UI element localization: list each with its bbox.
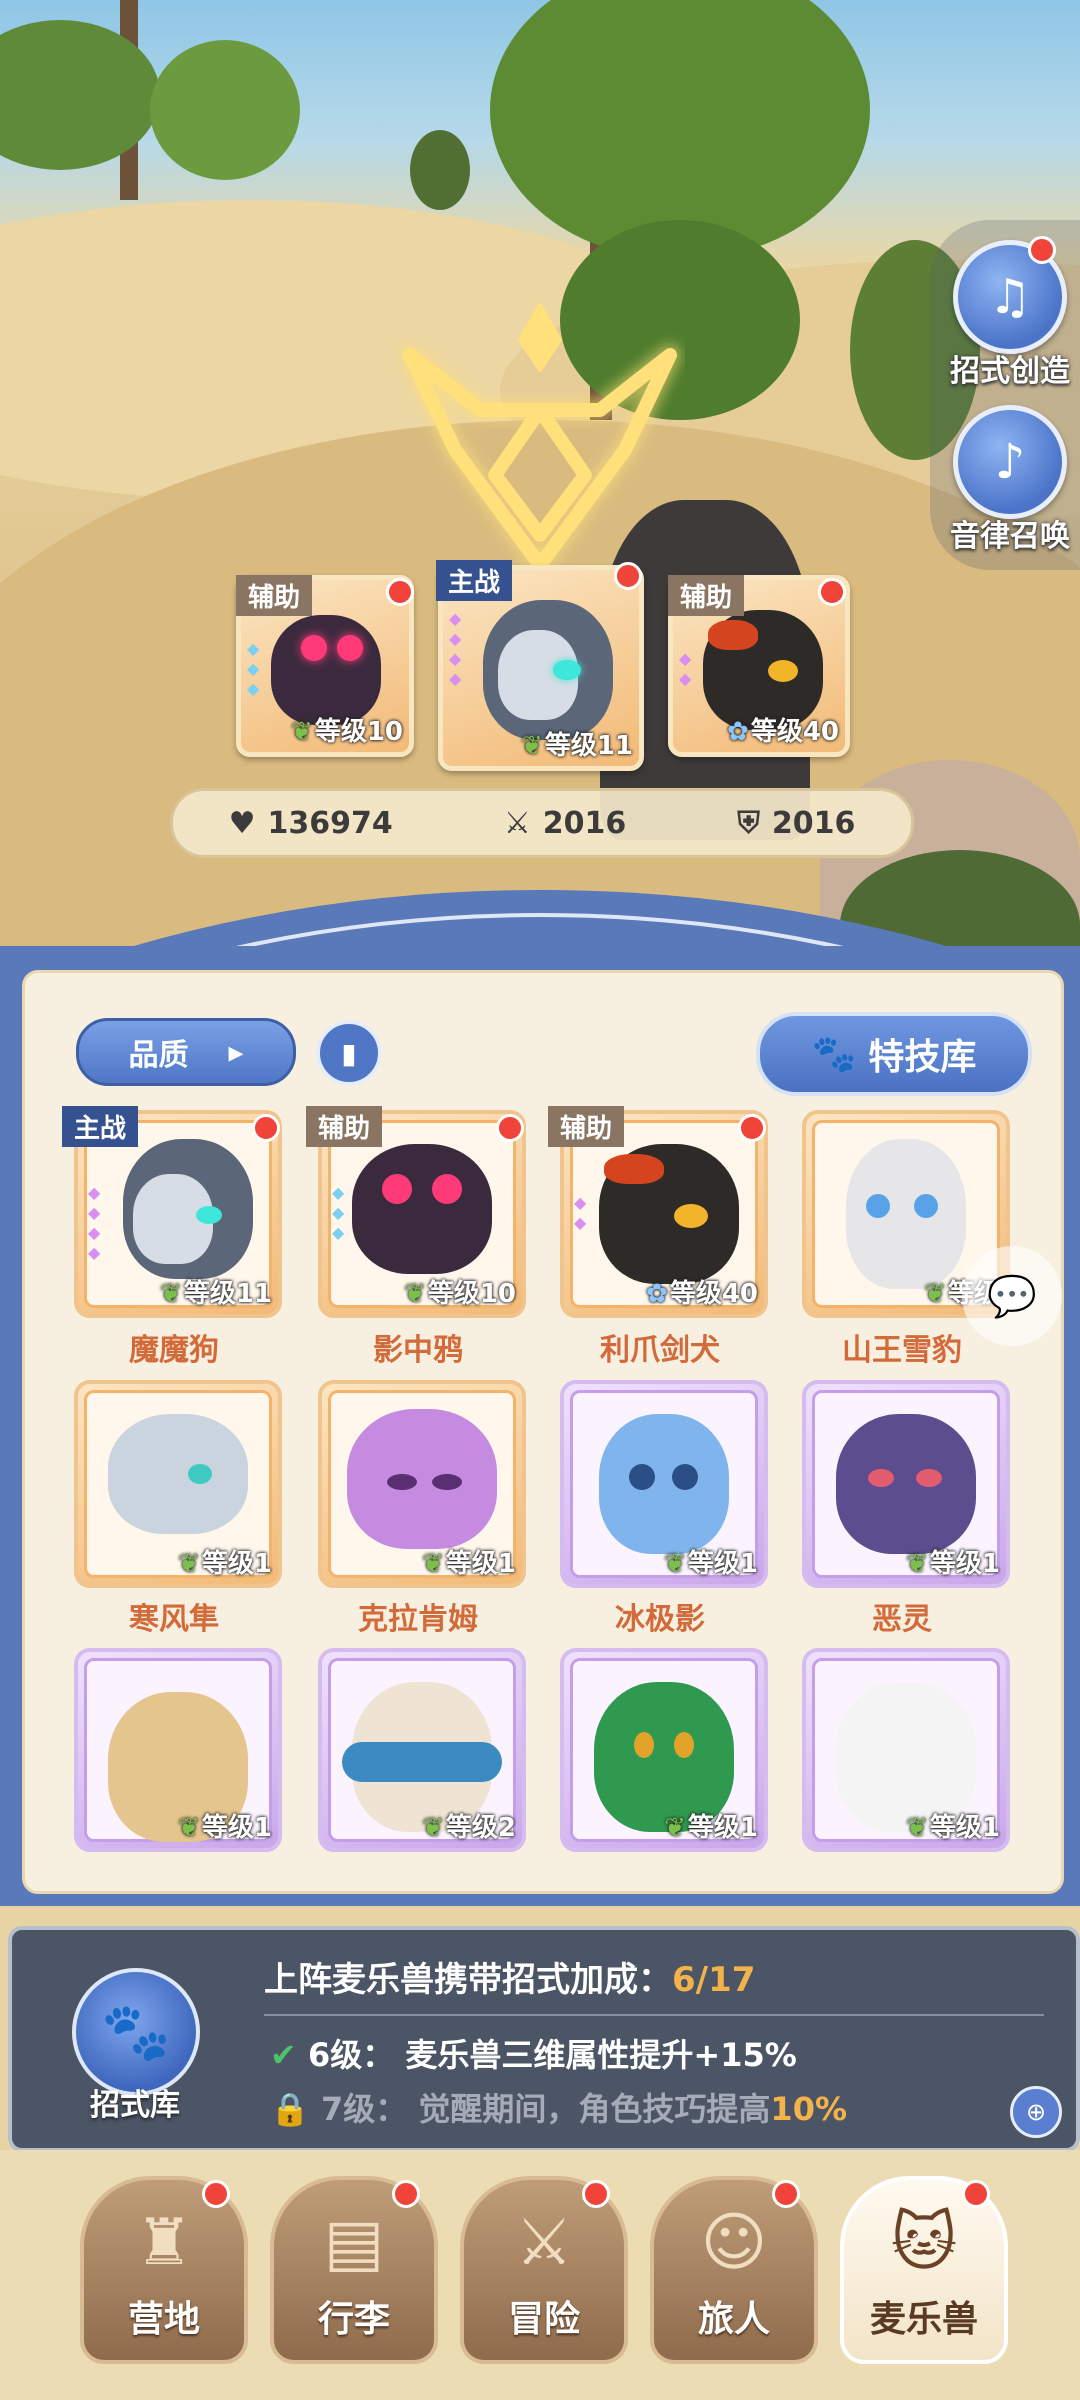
- pet-card[interactable]: ❦等级1: [560, 1648, 768, 1852]
- attack-value: 2016: [542, 805, 627, 841]
- magnifier-icon[interactable]: ⊕: [1010, 2086, 1062, 2138]
- cat-pet-icon: 🐱: [890, 2206, 958, 2280]
- harp-icon: ♪: [953, 405, 1067, 519]
- pet-name: 魔魔狗: [129, 1333, 219, 1368]
- bonus-title: 上阵麦乐兽携带招式加成：6/17: [264, 1960, 756, 2000]
- notification-dot: [614, 562, 642, 590]
- hp-value: 136974: [267, 805, 393, 841]
- rank-stars: ◆ ◆ ◆ ◆: [449, 609, 462, 688]
- paw-icon[interactable]: 🐾: [72, 1968, 200, 2096]
- nav-luggage[interactable]: ▤ 行李: [270, 2176, 438, 2364]
- notification-dot: [1028, 236, 1056, 264]
- castle-icon: ♜: [135, 2206, 193, 2280]
- notification-dot: [496, 1114, 524, 1142]
- pet-card[interactable]: ❦等级2: [318, 1648, 526, 1852]
- notification-dot: [252, 1114, 280, 1142]
- traveler-icon: ☺: [700, 2206, 768, 2280]
- heart-icon: ♥: [228, 805, 256, 841]
- bonus-level-7: 🔒 7级： 觉醒期间，角色技巧提高10%: [270, 2090, 848, 2128]
- chat-bubble-icon[interactable]: 💬: [962, 1246, 1062, 1346]
- pet-name: 寒风隼: [129, 1602, 219, 1637]
- selection-emblem-icon: [399, 303, 681, 570]
- lock-icon: 🔒: [270, 2090, 310, 2128]
- pet-card[interactable]: ❦等级1: [802, 1380, 1010, 1588]
- pet-card[interactable]: ❦等级1: [560, 1380, 768, 1588]
- notification-dot: [738, 1114, 766, 1142]
- notification-dot: [582, 2180, 610, 2208]
- pet-card[interactable]: ❦等级1: [802, 1648, 1010, 1852]
- notification-dot: [202, 2180, 230, 2208]
- notification-dot: [962, 2180, 990, 2208]
- rank-stars: ◆ ◆ ◆: [247, 639, 260, 698]
- rank-stars: ◆ ◆: [679, 649, 692, 688]
- move-library-label: 招式库: [90, 2088, 180, 2123]
- move-bonus-bar: 🐾 招式库 上阵麦乐兽携带招式加成：6/17 ✔ 6级： 麦乐兽三维属性提升+1…: [8, 1926, 1080, 2152]
- pet-name: 利爪剑犬: [600, 1333, 720, 1368]
- main-tag: 主战: [436, 560, 513, 601]
- notification-dot: [818, 578, 846, 606]
- pet-card[interactable]: ❦等级1: [74, 1380, 282, 1588]
- skill-library-button[interactable]: 🐾 特技库: [756, 1012, 1032, 1096]
- pet-card[interactable]: ❦等级1: [318, 1380, 526, 1588]
- pet-name: 影中鸦: [373, 1333, 463, 1368]
- nav-adventure[interactable]: ⚔ 冒险: [460, 2176, 628, 2364]
- paw-icon: 🐾: [811, 1034, 857, 1075]
- assist-tag: 辅助: [548, 1106, 625, 1147]
- pet-name: 冰极影: [615, 1602, 705, 1637]
- nav-camp[interactable]: ♜ 营地: [80, 2176, 248, 2364]
- pet-name: 克拉肯姆: [358, 1602, 478, 1637]
- team-stats-bar: ♥ 136974 ⚔ 2016 ⛨ 2016: [170, 788, 914, 858]
- notification-dot: [772, 2180, 800, 2208]
- rhythm-summon-button[interactable]: ♪ 音律召唤: [950, 405, 1070, 555]
- assist-tag: 辅助: [306, 1106, 383, 1147]
- assist-tag: 辅助: [236, 575, 313, 616]
- backpack-icon: ▤: [323, 2206, 385, 2280]
- divider: [264, 2014, 1044, 2016]
- pet-card[interactable]: ❦等级1: [74, 1648, 282, 1852]
- crossed-swords-icon: ⚔: [515, 2206, 573, 2280]
- main-tag: 主战: [62, 1106, 139, 1147]
- move-create-button[interactable]: ♫ 招式创造: [950, 236, 1070, 390]
- nav-pets[interactable]: 🐱 麦乐兽: [840, 2176, 1008, 2364]
- pet-name: 恶灵: [872, 1602, 932, 1637]
- bonus-level-6: ✔ 6级： 麦乐兽三维属性提升+15%: [270, 2036, 797, 2074]
- book-icon[interactable]: ▮: [316, 1020, 382, 1086]
- shield-icon: ⛨: [737, 805, 760, 841]
- assist-tag: 辅助: [668, 575, 745, 616]
- quality-filter-button[interactable]: 品质 ▸: [76, 1018, 296, 1086]
- check-icon: ✔: [270, 2036, 297, 2074]
- crossed-swords-icon: ⚔: [503, 805, 531, 841]
- nav-traveler[interactable]: ☺ 旅人: [650, 2176, 818, 2364]
- defense-value: 2016: [771, 805, 856, 841]
- chevron-right-icon: ▸: [228, 1034, 244, 1070]
- notification-dot: [386, 578, 414, 606]
- notification-dot: [392, 2180, 420, 2208]
